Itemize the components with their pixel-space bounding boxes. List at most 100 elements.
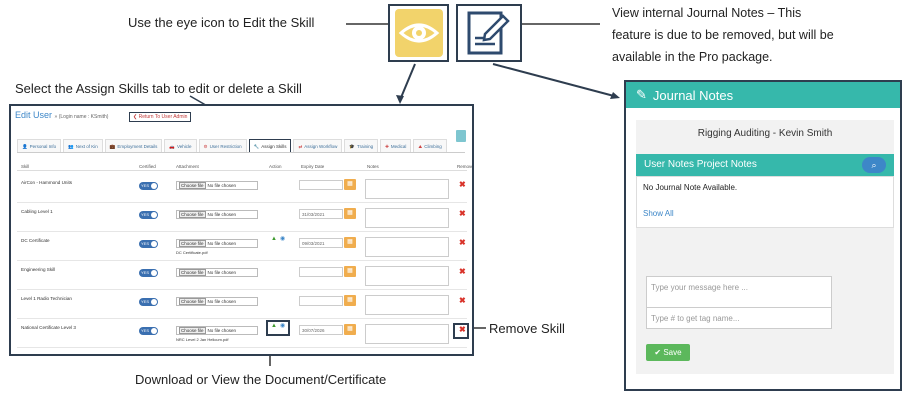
tab-employment-details[interactable]: 💼 Employment Details: [104, 139, 163, 152]
tab-medical[interactable]: ✚ Medical: [380, 139, 412, 152]
notes-textarea[interactable]: [365, 208, 449, 228]
edit-user-title: Edit User: [15, 110, 53, 120]
expiry-date-input[interactable]: [299, 267, 343, 277]
certified-toggle[interactable]: YES: [139, 182, 158, 190]
choose-file-button[interactable]: Choose file: [179, 211, 206, 218]
tab-label: Medical: [390, 144, 407, 149]
tab-vehicle[interactable]: 🚗 Vehicle: [164, 139, 197, 152]
table-header: Skill Certified Attachment Action Expiry…: [17, 162, 472, 171]
eye-callout: Use the eye icon to Edit the Skill: [128, 15, 315, 30]
calendar-icon[interactable]: ▦: [344, 295, 356, 306]
file-input[interactable]: Choose file No file chosen: [176, 210, 258, 219]
remove-icon[interactable]: ✖: [459, 210, 466, 218]
tab-climbing[interactable]: ⛰ Climbing: [413, 139, 447, 152]
wrench-icon: 🔧: [253, 144, 260, 149]
calendar-icon[interactable]: ▦: [344, 179, 356, 190]
notes-tabs-label[interactable]: User Notes Project Notes: [644, 159, 757, 170]
notes-textarea[interactable]: [365, 237, 449, 257]
attachment-filename: NRC Level 2 Jan Helicum.pdf: [176, 337, 229, 342]
eye-icon[interactable]: ◉: [280, 236, 285, 242]
eye-icon: [394, 9, 443, 57]
remove-icon[interactable]: ✖: [459, 268, 466, 276]
journal-title: Journal Notes: [652, 87, 734, 103]
file-input[interactable]: Choose file No file chosen: [176, 297, 258, 306]
tab-personal-info[interactable]: 👤 Personal Info: [17, 139, 62, 152]
file-input[interactable]: Choose file No file chosen: [176, 268, 258, 277]
skill-name: National Certificate Level 3: [21, 325, 76, 330]
search-icon[interactable]: ⌕: [862, 157, 886, 173]
choose-file-button[interactable]: Choose file: [179, 240, 206, 247]
action-icons: ▲ ◉: [271, 235, 285, 242]
no-file-text: No file chosen: [207, 212, 237, 217]
tab-assign-skills[interactable]: 🔧 Assign Skills: [248, 139, 292, 152]
tag-input[interactable]: Type # to get tag name...: [646, 307, 832, 329]
tab-assign-workflow[interactable]: ⇄ Assign Workflow: [293, 139, 343, 152]
tab-label: Vehicle: [177, 144, 192, 149]
eye-icon-box: [388, 4, 449, 62]
certified-toggle[interactable]: YES: [139, 327, 158, 335]
person-icon: 👤: [22, 144, 28, 149]
mountain-icon: ⛰: [418, 144, 423, 149]
graduation-icon: 🎓: [349, 144, 356, 149]
notes-textarea[interactable]: [365, 324, 449, 344]
journal-callout-line2: feature is due to be removed, but will b…: [612, 28, 834, 42]
remove-icon[interactable]: ✖: [459, 239, 466, 247]
table-row: AirCon - Hammond Units YES Choose file No…: [17, 174, 467, 203]
table-row: DC Certificate YES Choose file No file ch…: [17, 232, 467, 261]
calendar-icon[interactable]: ▦: [344, 324, 356, 335]
certified-toggle[interactable]: YES: [139, 240, 158, 248]
tab-label: Assign Workflow: [304, 144, 338, 149]
no-file-text: No file chosen: [207, 183, 237, 188]
tab-user-restriction[interactable]: ⚙ User Restriction: [198, 139, 247, 152]
notes-textarea[interactable]: [365, 295, 449, 315]
expiry-date-input[interactable]: [299, 180, 343, 190]
notes-textarea[interactable]: [365, 179, 449, 199]
skill-name: Level 1 Radio Technician: [21, 296, 72, 301]
expiry-date-input[interactable]: 31/03/2021: [299, 209, 343, 219]
remove-callout: Remove Skill: [489, 321, 565, 336]
file-input[interactable]: Choose file No file chosen: [176, 181, 258, 190]
remove-icon[interactable]: ✖: [459, 181, 466, 189]
notes-tab-bar[interactable]: User Notes Project Notes ⌕: [636, 154, 894, 176]
certified-toggle[interactable]: YES: [139, 269, 158, 277]
choose-file-button[interactable]: Choose file: [179, 298, 206, 305]
skill-name: DC Certificate: [21, 238, 50, 243]
toggle-label: YES: [141, 183, 150, 188]
save-button[interactable]: ✔ Save: [646, 344, 690, 361]
edit-user-window: Edit User » (Login name : KSmith) ❮ Retu…: [9, 104, 474, 356]
choose-file-button[interactable]: Choose file: [179, 182, 206, 189]
tab-label: Climbing: [424, 144, 442, 149]
message-input[interactable]: Type your message here ...: [646, 276, 832, 310]
expiry-date-input[interactable]: [299, 296, 343, 306]
users-icon: 👥: [68, 144, 74, 149]
tab-next-of-kin[interactable]: 👥 Next of Kin: [63, 139, 103, 152]
remove-highlight: [453, 323, 469, 339]
show-all-link[interactable]: Show All: [643, 209, 674, 218]
calendar-icon[interactable]: ▦: [344, 208, 356, 219]
no-file-text: No file chosen: [207, 270, 237, 275]
briefcase-icon: 💼: [109, 144, 116, 149]
login-name: » (Login name : KSmith): [54, 114, 109, 120]
no-file-text: No file chosen: [207, 241, 237, 246]
file-input[interactable]: Choose file No file chosen: [176, 239, 258, 248]
gear-icon: ⚙: [203, 144, 208, 149]
medical-icon: ✚: [385, 144, 389, 149]
choose-file-button[interactable]: Choose file: [179, 327, 206, 334]
certified-toggle[interactable]: YES: [139, 298, 158, 306]
expiry-date-input[interactable]: 30/07/2026: [299, 325, 343, 335]
save-label: Save: [663, 348, 682, 357]
file-input[interactable]: Choose file No file chosen: [176, 326, 258, 335]
download-icon[interactable]: ▲: [271, 236, 277, 242]
page-title: Edit User » (Login name : KSmith): [15, 110, 108, 120]
calendar-icon[interactable]: ▦: [344, 266, 356, 277]
choose-file-button[interactable]: Choose file: [179, 269, 206, 276]
return-to-user-admin-link[interactable]: ❮ Return To User Admin: [129, 112, 192, 122]
expiry-date-input[interactable]: 09/03/2021: [299, 238, 343, 248]
calendar-icon[interactable]: ▦: [344, 237, 356, 248]
remove-icon[interactable]: ✖: [459, 297, 466, 305]
notes-textarea[interactable]: [365, 266, 449, 286]
certified-toggle[interactable]: YES: [139, 211, 158, 219]
tab-training[interactable]: 🎓 Training: [344, 139, 379, 152]
journal-subject: Rigging Auditing - Kevin Smith: [697, 128, 833, 139]
car-icon: 🚗: [169, 144, 175, 149]
